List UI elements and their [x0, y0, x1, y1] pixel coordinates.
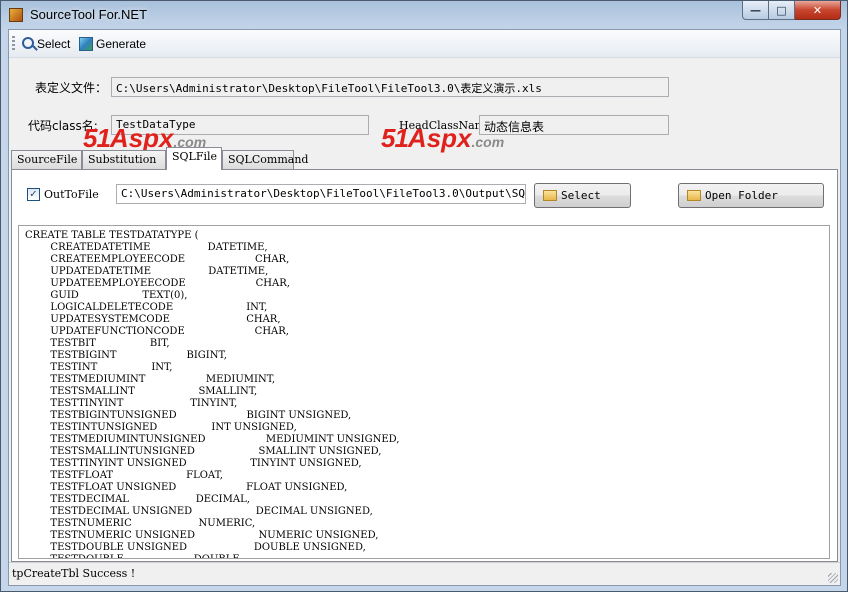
open-folder-label: Open Folder	[705, 189, 778, 202]
def-file-label: 表定义文件：	[35, 81, 108, 95]
toolbar-grip-icon[interactable]	[12, 36, 15, 52]
window-title: SourceTool For.NET	[30, 7, 148, 22]
app-icon	[9, 8, 23, 22]
maximize-button[interactable]: □	[769, 1, 795, 20]
generate-toolbar-button[interactable]: Generate	[79, 34, 146, 54]
tab-sourcefile[interactable]: SourceFile	[11, 150, 82, 169]
window-controls: — □ ✕	[742, 1, 841, 21]
tab-sqlcommand[interactable]: SQLCommand	[222, 150, 308, 169]
outtofile-checkbox[interactable]: ✓	[27, 188, 40, 201]
head-class-field[interactable]: 动态信息表	[479, 115, 669, 135]
sqlfile-panel: ✓ OutToFile C:\Users\Administrator\Deskt…	[11, 169, 838, 562]
select-toolbar-button[interactable]: Select	[21, 34, 70, 54]
toolbar: Select Generate	[9, 30, 840, 58]
minimize-button[interactable]: —	[742, 1, 769, 20]
client-area: Select Generate 表定义文件： C:\Users\Administ…	[8, 29, 841, 586]
output-path-field[interactable]: C:\Users\Administrator\Desktop\FileTool\…	[116, 184, 526, 204]
close-button[interactable]: ✕	[795, 1, 841, 20]
folder-icon	[543, 190, 557, 201]
title-bar[interactable]: SourceTool For.NET — □ ✕	[1, 1, 847, 29]
tab-substitution[interactable]: Substitution	[82, 150, 166, 169]
select-folder-button[interactable]: Select	[534, 183, 631, 208]
select-toolbar-label: Select	[37, 37, 71, 51]
generate-icon	[79, 37, 93, 51]
select-folder-label: Select	[561, 189, 601, 202]
outtofile-label: OutToFile	[44, 188, 99, 201]
search-icon	[22, 37, 34, 49]
tab-sqlfile[interactable]: SQLFile	[166, 147, 222, 170]
folder-icon	[687, 190, 701, 201]
sql-textarea[interactable]: CREATE TABLE TESTDATATYPE ( CREATEDATETI…	[18, 225, 830, 559]
status-text: tpCreateTbl Success !	[12, 567, 136, 580]
def-file-field[interactable]: C:\Users\Administrator\Desktop\FileTool\…	[111, 77, 669, 97]
main-window: SourceTool For.NET — □ ✕ Select Generate…	[0, 0, 848, 592]
sql-text: CREATE TABLE TESTDATATYPE ( CREATEDATETI…	[25, 230, 400, 558]
status-bar: tpCreateTbl Success !	[9, 562, 840, 585]
generate-toolbar-label: Generate	[96, 37, 147, 51]
open-folder-button[interactable]: Open Folder	[678, 183, 824, 208]
resize-grip-icon[interactable]	[828, 573, 838, 583]
watermark-logo: 51Aspx.com	[381, 123, 505, 153]
